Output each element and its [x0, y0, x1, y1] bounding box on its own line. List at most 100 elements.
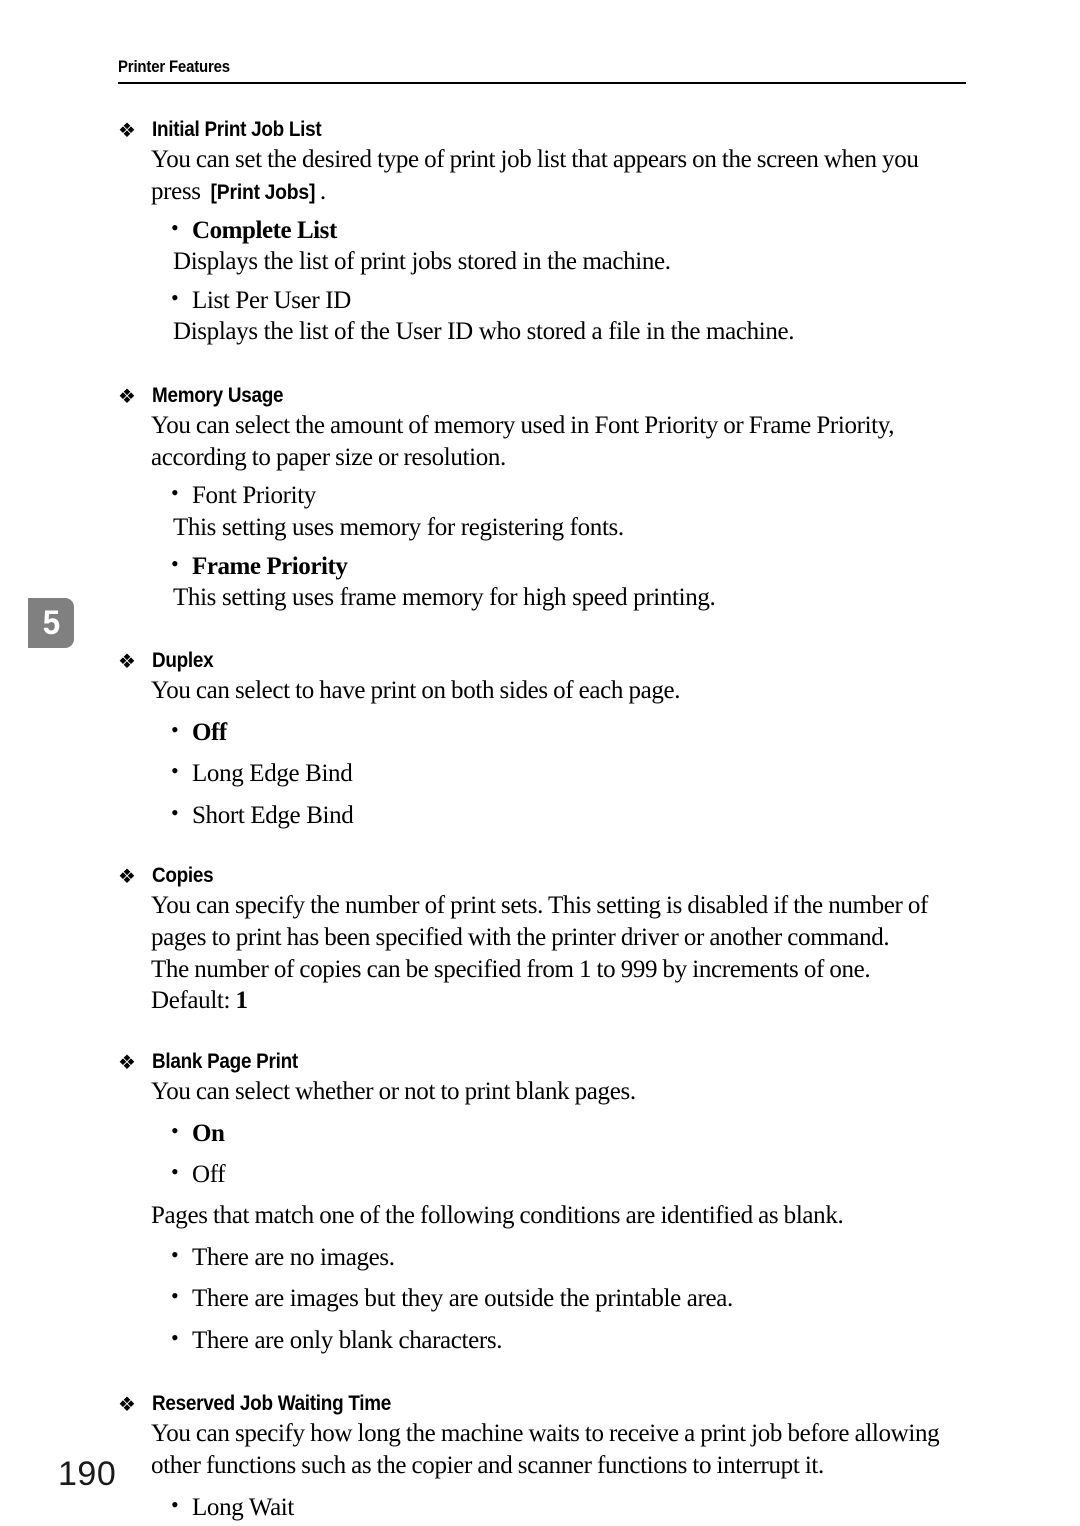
bullet-dot-icon: • — [171, 1283, 179, 1309]
section-heading: ❖ Reserved Job Waiting Time — [118, 1392, 970, 1416]
section-initial-print-job-list: ❖ Initial Print Job List You can set the… — [118, 118, 970, 348]
bullet-dot-icon: • — [171, 1491, 179, 1517]
section-intro: You can specify how long the machine wai… — [151, 1420, 940, 1479]
section-heading-label: Duplex — [152, 649, 214, 673]
list-item: • List Per User ID Displays the list of … — [151, 285, 970, 348]
bullet-dot-icon: • — [171, 285, 179, 311]
option-label: Long Wait — [192, 1493, 295, 1521]
option-description: This setting uses frame memory for high … — [173, 584, 716, 612]
list-item: • There are only blank characters. — [151, 1325, 970, 1356]
section-heading-label: Blank Page Print — [152, 1050, 298, 1074]
section-heading-label: Copies — [152, 863, 214, 887]
chapter-tab-number: 5 — [42, 604, 60, 642]
intro-text-part2: . — [319, 177, 326, 205]
section-heading: ❖ Initial Print Job List — [118, 118, 970, 142]
diamond-bullet-icon: ❖ — [118, 118, 136, 142]
bullet-dot-icon: • — [171, 1242, 179, 1268]
option-label: List Per User ID — [192, 287, 351, 315]
default-label: Default: — [151, 987, 236, 1015]
bullet-dot-icon: • — [171, 550, 179, 576]
section-copies: ❖ Copies You can specify the number of p… — [118, 864, 970, 1017]
bullet-dot-icon: • — [171, 799, 179, 825]
list-item: • Long Edge Bind — [151, 758, 970, 789]
list-item: • Complete List Displays the list of pri… — [151, 215, 970, 278]
diamond-bullet-icon: ❖ — [118, 649, 136, 674]
section-note: Pages that match one of the following co… — [151, 1202, 844, 1230]
section-reserved-job-waiting-time: ❖ Reserved Job Waiting Time You can spec… — [118, 1392, 970, 1526]
section-memory-usage: ❖ Memory Usage You can select the amount… — [118, 384, 970, 614]
list-item: • Off — [151, 1159, 970, 1190]
key-reference: [Print Jobs] — [210, 180, 316, 204]
option-label: Complete List — [192, 216, 337, 244]
section-heading-label: Memory Usage — [152, 383, 284, 407]
section-blank-page-print: ❖ Blank Page Print You can select whethe… — [118, 1050, 970, 1356]
diamond-bullet-icon: ❖ — [118, 863, 136, 888]
page-number: 190 — [58, 1455, 117, 1493]
section-heading-label: Initial Print Job List — [152, 118, 322, 141]
bullet-dot-icon: • — [171, 214, 179, 240]
option-label: Long Edge Bind — [192, 760, 353, 788]
option-list: • On • Off — [151, 1118, 970, 1191]
condition-label: There are no images. — [192, 1244, 395, 1272]
list-item: • Frame Priority This setting uses frame… — [151, 551, 970, 614]
option-description: Displays the list of the User ID who sto… — [173, 318, 795, 346]
bullet-dot-icon: • — [171, 480, 179, 506]
diamond-bullet-icon: ❖ — [118, 1391, 136, 1416]
condition-list: • There are no images. • There are image… — [151, 1242, 970, 1356]
header-title: Printer Features — [118, 57, 230, 76]
section-heading: ❖ Duplex — [118, 649, 970, 673]
bullet-dot-icon: • — [171, 717, 179, 743]
list-item: • There are images but they are outside … — [151, 1283, 970, 1314]
option-list: • Off • Long Edge Bind • Short Edge Bind — [151, 717, 970, 831]
header-rule — [118, 81, 966, 84]
diamond-bullet-icon: ❖ — [118, 1050, 136, 1075]
document-body: ❖ Initial Print Job List You can set the… — [118, 118, 970, 1526]
list-item: • There are no images. — [151, 1242, 970, 1273]
section-intro-secondary: The number of copies can be specified fr… — [151, 955, 871, 983]
chapter-tab: 5 — [28, 598, 74, 648]
section-intro: You can select whether or not to print b… — [151, 1078, 636, 1106]
bullet-dot-icon: • — [171, 1159, 179, 1185]
section-intro: You can select the amount of memory used… — [151, 411, 895, 471]
option-description: Displays the list of print jobs stored i… — [173, 247, 671, 275]
option-list: • Complete List Displays the list of pri… — [151, 215, 970, 348]
bullet-dot-icon: • — [171, 1117, 179, 1143]
option-label: Frame Priority — [192, 552, 348, 580]
list-item: • Font Priority This setting uses memory… — [151, 480, 970, 543]
option-label: On — [192, 1119, 225, 1147]
section-intro: You can set the desired type of print jo… — [151, 144, 970, 208]
diamond-bullet-icon: ❖ — [118, 383, 136, 408]
option-label: Short Edge Bind — [192, 801, 354, 829]
section-heading: ❖ Copies — [118, 864, 970, 888]
list-item: • Short Edge Bind — [151, 800, 970, 831]
option-label: Off — [192, 1161, 226, 1189]
bullet-dot-icon: • — [171, 758, 179, 784]
list-item: • Long Wait — [151, 1492, 970, 1523]
option-list: • Long Wait • Medium Wait • Short Wait •… — [151, 1492, 970, 1526]
section-heading-label: Reserved Job Waiting Time — [152, 1391, 392, 1415]
condition-label: There are images but they are outside th… — [192, 1285, 733, 1313]
section-heading: ❖ Blank Page Print — [118, 1050, 970, 1074]
section-heading: ❖ Memory Usage — [118, 384, 970, 408]
list-item: • Off — [151, 717, 970, 748]
document-page: Printer Features 5 ❖ Initial Print Job L… — [0, 0, 1080, 1526]
option-list: • Font Priority This setting uses memory… — [151, 480, 970, 613]
default-value: 1 — [235, 987, 249, 1015]
option-label: Off — [192, 719, 227, 747]
section-intro: You can specify the number of print sets… — [151, 892, 928, 951]
section-intro: You can select to have print on both sid… — [151, 677, 681, 705]
list-item: • On — [151, 1118, 970, 1149]
section-duplex: ❖ Duplex You can select to have print on… — [118, 649, 970, 831]
option-label: Font Priority — [192, 482, 316, 510]
page-header: Printer Features — [118, 57, 966, 84]
bullet-dot-icon: • — [171, 1324, 179, 1350]
condition-label: There are only blank characters. — [192, 1326, 503, 1354]
option-description: This setting uses memory for registering… — [173, 513, 624, 541]
default-value-line: Default: 1 — [151, 985, 970, 1017]
